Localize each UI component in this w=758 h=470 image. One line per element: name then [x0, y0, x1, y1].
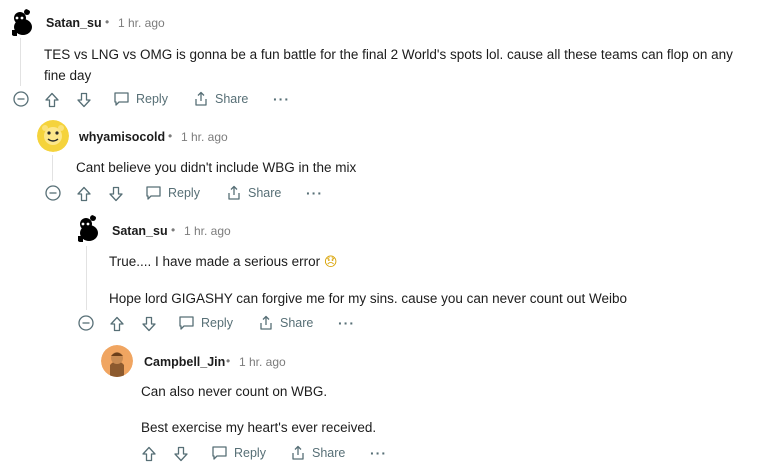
reply-label: Reply — [168, 186, 200, 200]
reply-button[interactable]: Reply — [211, 445, 266, 461]
comment-author[interactable]: Satan_su — [112, 224, 168, 238]
collapse-button[interactable] — [12, 90, 30, 108]
meta-separator: • — [168, 129, 173, 143]
share-label: Share — [280, 316, 314, 330]
collapse-button[interactable] — [44, 184, 62, 202]
avatar[interactable] — [72, 214, 102, 244]
upvote-button[interactable] — [74, 184, 94, 204]
meta-separator: • — [226, 354, 231, 368]
comment-body: TES vs LNG vs OMG is gonna be a fun batt… — [44, 44, 734, 86]
reply-button[interactable]: Reply — [145, 185, 200, 201]
comment-paragraph: Cant believe you didn't include WBG in t… — [76, 160, 357, 175]
upvote-arrow-icon — [110, 316, 124, 332]
downvote-button[interactable] — [74, 90, 94, 110]
comment-body: Cant believe you didn't include WBG in t… — [76, 157, 736, 178]
avatar[interactable] — [6, 8, 36, 38]
downvote-arrow-icon — [77, 92, 91, 108]
more-options-button[interactable]: ··· — [306, 185, 323, 201]
disappointed-emoji-icon: 😞 — [323, 255, 338, 270]
thread-line — [52, 155, 53, 181]
reply-label: Reply — [136, 92, 168, 106]
share-button[interactable]: Share — [226, 185, 281, 201]
downvote-arrow-icon — [109, 186, 123, 202]
comment-author[interactable]: Satan_su — [46, 16, 102, 30]
reply-label: Reply — [234, 446, 266, 460]
share-button[interactable]: Share — [258, 315, 313, 331]
reply-bubble-icon — [146, 186, 161, 200]
share-label: Share — [215, 92, 249, 106]
more-options-button[interactable]: ··· — [370, 445, 387, 461]
downvote-arrow-icon — [174, 446, 188, 462]
snoo-avatar-icon — [6, 8, 36, 38]
share-icon — [260, 315, 272, 330]
comment-timestamp[interactable]: 1 hr. ago — [118, 16, 165, 30]
comment-body: True.... I have made a serious error 😞 H… — [109, 251, 739, 309]
comment-text: True.... I have made a serious error — [109, 254, 321, 269]
comment-paragraph: Can also never count on WBG. — [141, 384, 328, 399]
share-button[interactable]: Share — [290, 445, 345, 461]
collapse-button[interactable] — [77, 314, 95, 332]
comment-timestamp[interactable]: 1 hr. ago — [184, 224, 231, 238]
reply-button[interactable]: Reply — [178, 315, 233, 331]
collapse-minus-icon — [78, 315, 94, 331]
comment-paragraph: Best exercise my heart's ever received. — [141, 420, 377, 435]
avatar[interactable] — [37, 120, 69, 152]
thread-line — [20, 36, 21, 86]
downvote-arrow-icon — [142, 316, 156, 332]
comment-paragraph: Hope lord GIGASHY can forgive me for my … — [109, 291, 628, 306]
avatar[interactable] — [101, 345, 133, 377]
reply-button[interactable]: Reply — [113, 91, 168, 107]
upvote-button[interactable] — [139, 444, 159, 464]
reply-bubble-icon — [114, 92, 129, 106]
comment-body: Can also never count on WBG. Best exerci… — [141, 381, 741, 438]
comment-timestamp[interactable]: 1 hr. ago — [239, 355, 286, 369]
comment-paragraph: TES vs LNG vs OMG is gonna be a fun batt… — [44, 47, 733, 83]
comment-author[interactable]: whyamisocold — [79, 130, 165, 144]
upvote-arrow-icon — [45, 92, 59, 108]
share-label: Share — [248, 186, 282, 200]
upvote-arrow-icon — [77, 186, 91, 202]
snoo-avatar-icon — [37, 120, 69, 152]
downvote-button[interactable] — [106, 184, 126, 204]
share-button[interactable]: Share — [193, 91, 248, 107]
reply-label: Reply — [201, 316, 233, 330]
meta-separator: • — [105, 15, 110, 29]
meta-separator: • — [171, 223, 176, 237]
reply-bubble-icon — [212, 446, 227, 460]
thread-line — [86, 246, 87, 310]
collapse-minus-icon — [45, 185, 61, 201]
upvote-button[interactable] — [42, 90, 62, 110]
reply-bubble-icon — [179, 316, 194, 330]
share-icon — [195, 91, 207, 106]
share-icon — [292, 445, 304, 460]
collapse-minus-icon — [13, 91, 29, 107]
upvote-arrow-icon — [142, 446, 156, 462]
snoo-avatar-icon — [72, 214, 102, 244]
more-options-button[interactable]: ··· — [338, 315, 355, 331]
comment-timestamp[interactable]: 1 hr. ago — [181, 130, 228, 144]
comment-paragraph: True.... I have made a serious error 😞 — [109, 251, 739, 273]
more-options-button[interactable]: ··· — [273, 91, 290, 107]
snoo-avatar-icon — [101, 345, 133, 377]
comment-author[interactable]: Campbell_Jin — [144, 355, 225, 369]
share-label: Share — [312, 446, 346, 460]
share-icon — [228, 185, 240, 200]
downvote-button[interactable] — [139, 314, 159, 334]
upvote-button[interactable] — [107, 314, 127, 334]
downvote-button[interactable] — [171, 444, 191, 464]
